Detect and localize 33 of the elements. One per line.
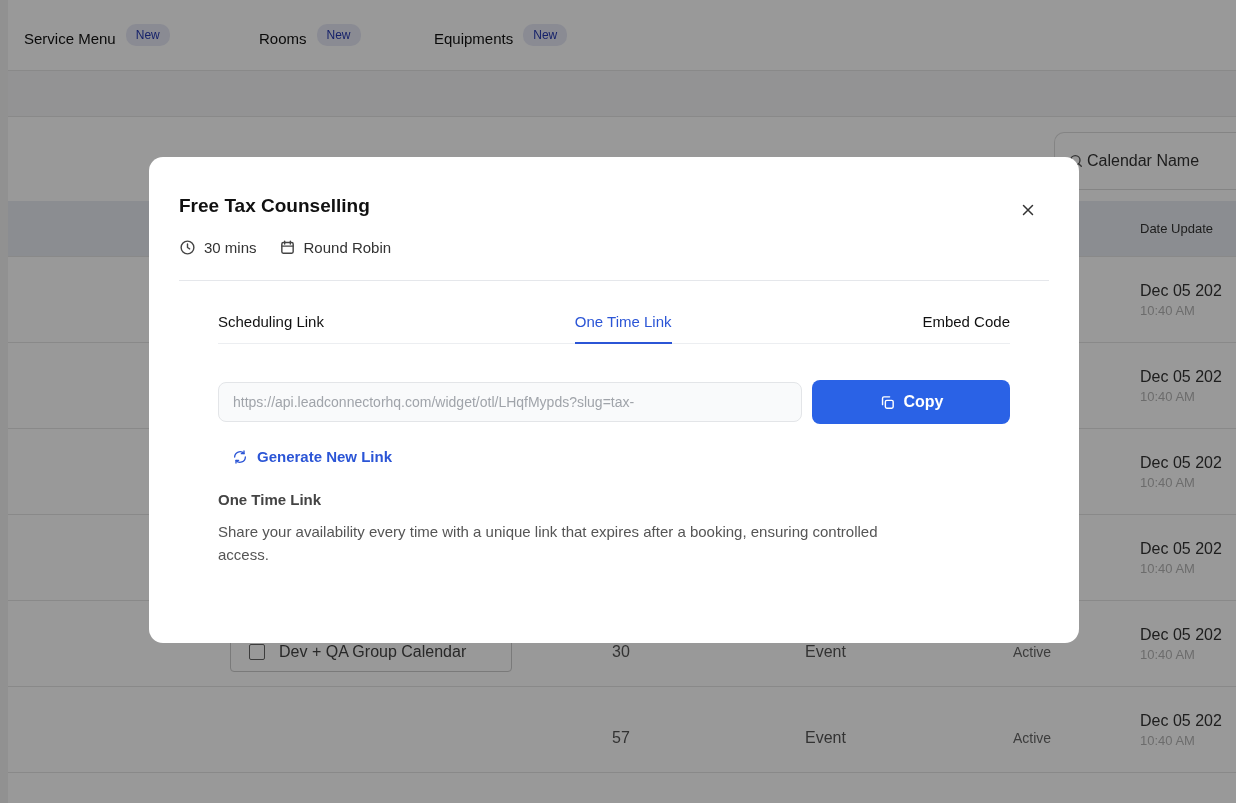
nav-tab[interactable]: Rooms	[259, 29, 307, 47]
tab[interactable]: Embed Code	[922, 309, 1010, 344]
generate-link[interactable]: Generate New Link	[232, 448, 393, 465]
column-header: Date Update	[1140, 221, 1213, 236]
new-badge: New	[125, 24, 170, 46]
date-text: Dec 05 202	[1140, 367, 1222, 386]
new-badge: New	[316, 24, 361, 46]
new-badge: New	[523, 24, 568, 46]
calendar-icon	[278, 239, 296, 256]
tab[interactable]: One Time Link	[574, 309, 672, 344]
refresh-icon	[232, 448, 248, 465]
date-text: Dec 05 202	[1140, 539, 1222, 558]
date-text: Dec 05 202	[1140, 711, 1222, 730]
table-cell: Event	[805, 728, 846, 747]
clock-icon	[179, 239, 196, 256]
table-cell: 30	[612, 642, 630, 661]
status-text: Active	[1013, 729, 1052, 746]
info-title: One Time Link	[218, 490, 323, 508]
date-text: Dec 05 202	[1140, 281, 1222, 300]
table-cell: 57	[612, 728, 630, 747]
date-text: Dec 05 202	[1140, 453, 1222, 472]
meta-text: 30 mins	[204, 239, 257, 256]
nav-tab[interactable]: Equipments	[434, 29, 514, 47]
info-text: Share your availability every time with a unique link that expires after a booking, ensuring controlled access.	[218, 521, 879, 565]
search-field[interactable]: Calendar Name	[1054, 132, 1236, 190]
date-text: Dec 05 202	[1140, 625, 1222, 644]
nav-tab[interactable]: Service Menu	[24, 29, 116, 47]
copy-button[interactable]: Copy	[812, 380, 1010, 424]
tab[interactable]: Scheduling Link	[218, 309, 324, 344]
meta-text: Round Robin	[303, 239, 392, 256]
table-cell: Event	[805, 642, 846, 661]
status-text: Active	[1013, 643, 1052, 660]
dialog-title: Free Tax Counselling	[179, 195, 370, 217]
